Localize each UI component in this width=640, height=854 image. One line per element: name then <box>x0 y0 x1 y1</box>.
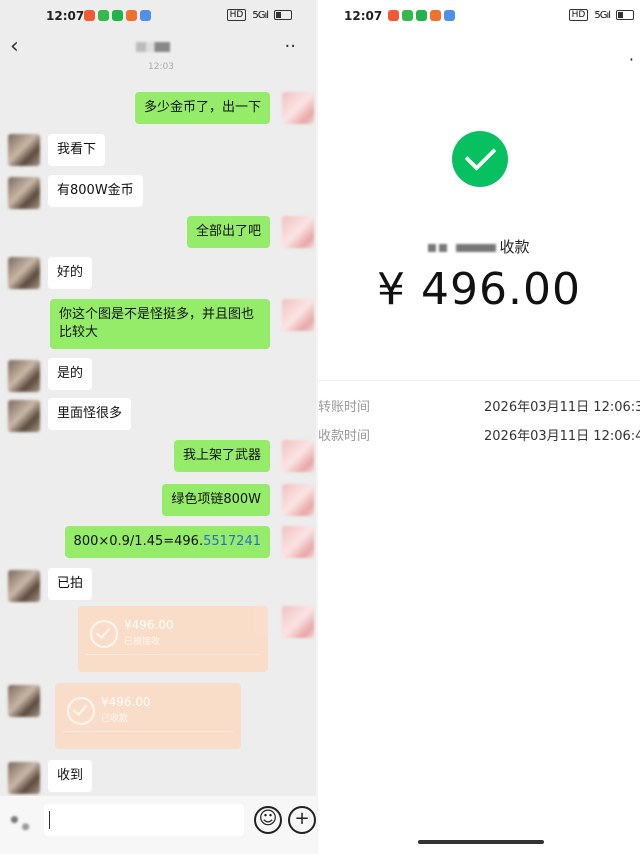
voice-toggle-icon[interactable] <box>6 810 34 834</box>
contact-avatar[interactable] <box>8 570 40 602</box>
app-notification-icon <box>98 10 109 21</box>
text-cursor <box>49 811 50 829</box>
self-avatar[interactable] <box>282 606 314 638</box>
check-circle-icon <box>67 697 95 725</box>
payee-name-blurred <box>428 243 437 252</box>
message-bubble-incoming[interactable]: 是的 <box>48 358 93 390</box>
battery-icon <box>274 10 292 20</box>
signal-icon: 5Gıl <box>594 9 611 21</box>
transfer-receipt-screen: 12:07 HD 5Gıl · 收款 ¥ 496.00 转账时间 2026年03… <box>318 0 640 854</box>
message-bubble-incoming[interactable]: 里面怪很多 <box>48 398 132 430</box>
message-bubble-incoming[interactable]: 收到 <box>48 760 93 792</box>
receive-time-label: 收款时间 <box>318 429 371 444</box>
message-bubble-outgoing[interactable]: 绿色项链800W <box>162 484 270 516</box>
contact-avatar[interactable] <box>8 177 40 209</box>
contact-avatar[interactable] <box>8 134 40 166</box>
add-plus-icon[interactable]: + <box>288 806 316 834</box>
back-chevron-icon[interactable]: ‹ <box>10 34 19 59</box>
message-bubble-incoming[interactable]: 我看下 <box>48 134 106 166</box>
check-circle-icon <box>90 620 118 648</box>
more-options-icon[interactable]: · <box>629 50 634 69</box>
transfer-divider <box>63 731 233 732</box>
message-bubble-outgoing[interactable]: 你这个图是不是怪挺多，并且图也比较大 <box>50 299 270 349</box>
self-avatar[interactable] <box>282 440 314 472</box>
payee-name-blurred <box>456 243 497 252</box>
payee-name-blurred <box>439 243 448 252</box>
app-notification-icon <box>402 10 413 21</box>
message-bubble-incoming[interactable]: 好的 <box>48 257 93 289</box>
contact-name-blurred <box>136 42 170 52</box>
app-notification-icon <box>416 10 427 21</box>
message-bubble-incoming[interactable]: 已拍 <box>48 568 93 600</box>
contact-avatar[interactable] <box>8 257 40 289</box>
app-notification-icon <box>112 10 123 21</box>
transfer-time-value: 2026年03月11日 12:06:39 <box>484 400 640 415</box>
app-notification-icon <box>140 10 151 21</box>
calc-text: 800×0.9/1.45=496. <box>73 534 204 549</box>
app-notification-icon <box>126 10 137 21</box>
message-bubble-outgoing[interactable]: 多少金币了，出一下 <box>134 92 270 124</box>
app-notification-icon <box>430 10 441 21</box>
notification-icons <box>84 10 151 21</box>
calc-text-highlight: 5517241 <box>203 534 261 549</box>
status-time: 12:07 <box>46 9 85 23</box>
more-options-icon[interactable]: ·· <box>285 36 296 57</box>
self-avatar[interactable] <box>282 299 314 331</box>
battery-icon <box>616 10 634 20</box>
receive-time-value: 2026年03月11日 12:06:43 <box>484 429 640 444</box>
payee-line: 收款 <box>318 236 640 257</box>
message-bubble-outgoing[interactable]: 我上架了武器 <box>173 440 270 472</box>
notification-icons <box>388 10 455 21</box>
chat-subtitle-time: 12:03 <box>148 62 174 72</box>
receipt-amount: ¥ 496.00 <box>377 264 581 315</box>
transfer-card-outgoing[interactable]: ¥496.00 已被接收 <box>78 606 268 672</box>
success-check-icon <box>452 131 508 187</box>
message-input[interactable] <box>44 804 244 836</box>
contact-avatar[interactable] <box>8 685 40 717</box>
app-notification-icon <box>388 10 399 21</box>
chat-input-bar: ☺ + <box>0 796 318 854</box>
transfer-time-label: 转账时间 <box>318 400 371 415</box>
payee-suffix: 收款 <box>499 238 530 256</box>
status-bar: 12:07 HD 5Gıl <box>318 0 640 32</box>
section-divider <box>318 380 640 381</box>
chat-screen: 12:07 HD 5Gıl ‹ 12:03 ·· 多少金币了，出一下 我看下 有… <box>0 0 318 854</box>
self-avatar[interactable] <box>282 92 314 124</box>
message-bubble-outgoing[interactable]: 全部出了吧 <box>186 216 270 248</box>
message-bubble-incoming[interactable]: 有800W金币 <box>48 175 143 207</box>
home-indicator[interactable] <box>418 840 544 844</box>
hd-icon: HD <box>226 9 247 21</box>
signal-icon: 5Gıl <box>252 9 269 21</box>
contact-avatar[interactable] <box>8 762 40 794</box>
status-time: 12:07 <box>344 9 383 23</box>
app-notification-icon <box>444 10 455 21</box>
chat-header: ‹ 12:03 ·· <box>0 34 318 74</box>
transfer-divider <box>86 654 260 655</box>
emoji-icon[interactable]: ☺ <box>254 806 282 834</box>
transfer-status: 已收款 <box>101 714 129 724</box>
status-bar: 12:07 HD 5Gıl <box>0 0 318 32</box>
self-avatar[interactable] <box>282 526 314 558</box>
transfer-card-incoming[interactable]: ¥496.00 已收款 <box>55 683 241 749</box>
self-avatar[interactable] <box>282 216 314 248</box>
app-notification-icon <box>84 10 95 21</box>
hd-icon: HD <box>568 9 589 21</box>
contact-avatar[interactable] <box>8 360 40 392</box>
self-avatar[interactable] <box>282 484 314 516</box>
contact-avatar[interactable] <box>8 400 40 432</box>
message-bubble-outgoing[interactable]: 800×0.9/1.45=496.5517241 <box>64 526 270 558</box>
transfer-amount: ¥496.00 <box>124 618 174 632</box>
transfer-amount: ¥496.00 <box>101 695 151 709</box>
transfer-status: 已被接收 <box>124 637 161 647</box>
